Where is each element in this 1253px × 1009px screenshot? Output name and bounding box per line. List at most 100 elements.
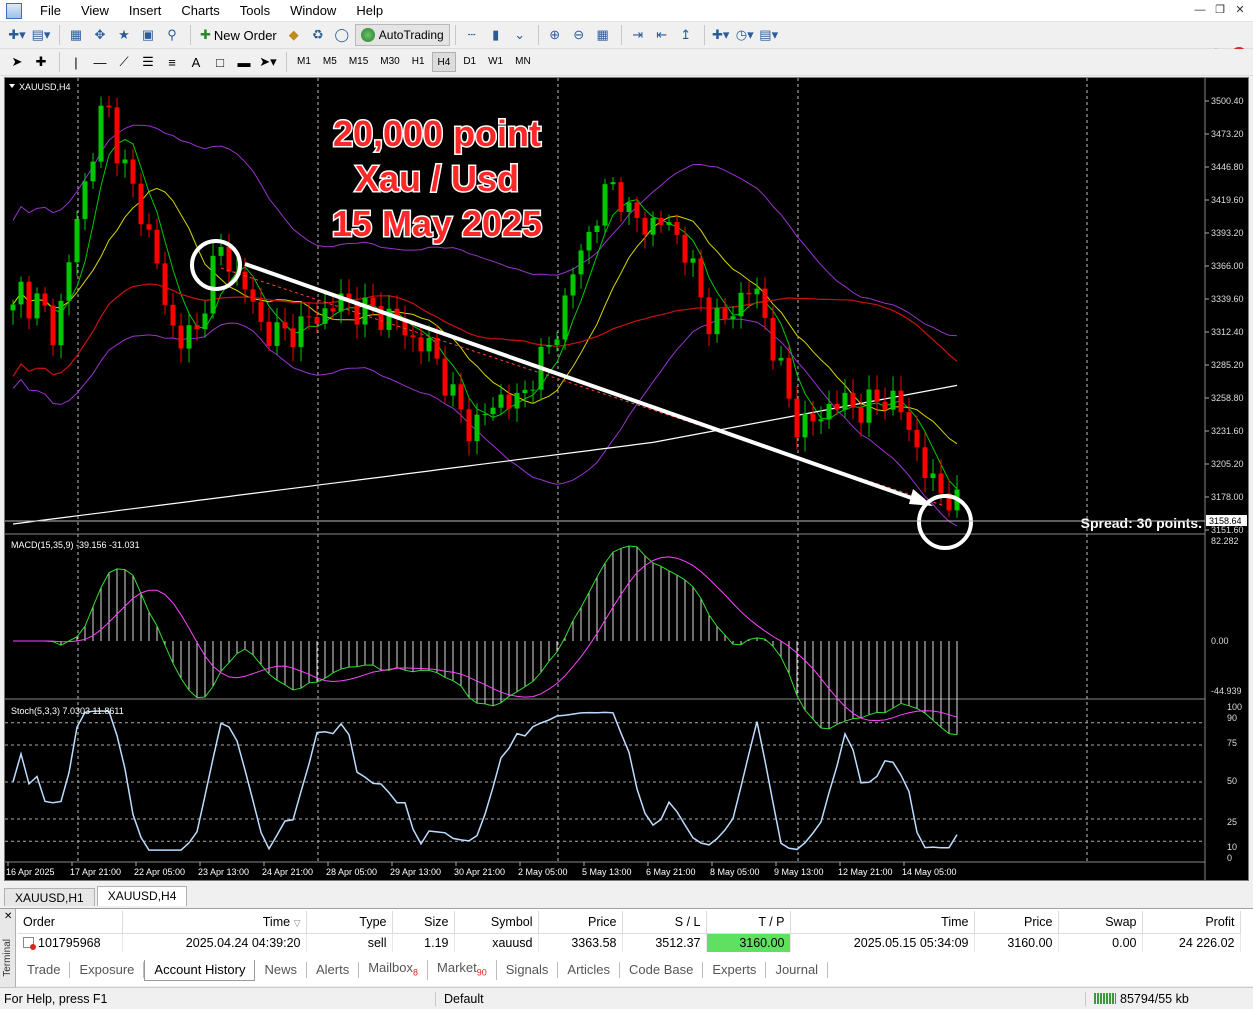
chart-window[interactable]: MACD(15,35,9) -39.156 -31.031 82.282 0.00 -…	[4, 77, 1249, 881]
menu-charts[interactable]: Charts	[171, 0, 229, 22]
terminal-tab-news[interactable]: News	[255, 962, 307, 978]
col-size[interactable]: Size	[392, 911, 455, 934]
rectangle-icon[interactable]: ▬	[233, 51, 255, 73]
menu-insert[interactable]: Insert	[119, 0, 172, 22]
candle-body	[82, 181, 88, 219]
terminal-tab-trade[interactable]: Trade	[18, 962, 71, 978]
price-tick-label: 3312.40	[1211, 327, 1244, 337]
crosshair-icon[interactable]: ✚	[30, 51, 52, 73]
trendline-icon[interactable]: ⟋	[113, 51, 135, 73]
autotrading-icon	[360, 28, 375, 42]
terminal-tab-articles[interactable]: Articles	[558, 962, 621, 978]
templates-list-icon[interactable]: ▤▾	[758, 24, 780, 46]
indicators-icon[interactable]: ↥	[675, 24, 697, 46]
chart-tab-h4[interactable]: XAUUSD,H4	[96, 886, 188, 906]
new-chart-icon[interactable]: ✚▾	[6, 24, 28, 46]
periods-icon[interactable]: ◷▾	[734, 24, 756, 46]
price-chart[interactable]: MACD(15,35,9) -39.156 -31.031 82.282 0.00 -…	[5, 78, 1248, 880]
col-profit[interactable]: Profit	[1142, 911, 1241, 934]
terminal-tab-market[interactable]: Market90	[428, 959, 497, 981]
candle-body	[458, 384, 464, 410]
col-swap[interactable]: Swap	[1058, 911, 1143, 934]
timeframe-d1[interactable]: D1	[458, 52, 481, 72]
vertical-line-icon[interactable]: |	[65, 51, 87, 73]
time-tick-label: 29 Apr 13:00	[390, 867, 441, 877]
terminal-tab-account-history[interactable]: Account History	[144, 959, 256, 981]
col-symbol[interactable]: Symbol	[454, 911, 539, 934]
zoom-out-icon[interactable]: ⊖	[568, 24, 590, 46]
col-close-time[interactable]: Time	[790, 911, 975, 934]
terminal-tab-exposure[interactable]: Exposure	[70, 962, 145, 978]
timeframe-m1[interactable]: M1	[292, 52, 316, 72]
col-price[interactable]: Price	[538, 911, 623, 934]
tile-windows-icon[interactable]: ▦	[592, 24, 614, 46]
autotrading-button[interactable]: AutoTrading	[354, 24, 450, 46]
close-terminal-icon[interactable]: ✕	[4, 911, 12, 922]
cursor-icon[interactable]: ➤	[6, 51, 28, 73]
timeframe-m30[interactable]: M30	[375, 52, 404, 72]
chart-tab-h1[interactable]: XAUUSD,H1	[4, 888, 95, 906]
navigator-icon[interactable]: ★	[113, 24, 135, 46]
close-icon[interactable]: ✕	[1231, 2, 1249, 19]
signals-icon[interactable]: ♻	[307, 24, 329, 46]
timeframe-w1[interactable]: W1	[483, 52, 508, 72]
menu-window[interactable]: Window	[280, 0, 346, 22]
bar-chart-icon[interactable]: ┄	[461, 24, 483, 46]
menu-file[interactable]: File	[30, 0, 71, 22]
terminal-tab-signals[interactable]: Signals	[497, 962, 559, 978]
timeframe-h4[interactable]: H4	[431, 52, 457, 72]
timeframe-h1[interactable]: H1	[407, 52, 430, 72]
new-order-icon: ✚	[200, 27, 211, 42]
col-open-time[interactable]: Time ▽	[122, 911, 307, 934]
candle-body	[530, 389, 536, 391]
strategy-tester-icon[interactable]: ⚲	[161, 24, 183, 46]
text-label-icon[interactable]: □	[209, 51, 231, 73]
restore-icon[interactable]: ❐	[1211, 2, 1229, 19]
candle-body	[98, 105, 104, 162]
candle-body	[778, 357, 784, 361]
terminal-tab-alerts[interactable]: Alerts	[307, 962, 360, 978]
horizontal-line-icon[interactable]: —	[89, 51, 111, 73]
candle-body	[754, 288, 760, 295]
chart-shift-icon[interactable]: ⇤	[651, 24, 673, 46]
app-icon	[6, 2, 22, 19]
col-order[interactable]: Order	[18, 911, 123, 934]
autoscroll-icon[interactable]: ⇥	[627, 24, 649, 46]
col-type[interactable]: Type	[306, 911, 393, 934]
zoom-in-icon[interactable]: ⊕	[544, 24, 566, 46]
terminal-tab-mailbox[interactable]: Mailbox8	[359, 959, 429, 981]
timeframe-m15[interactable]: M15	[344, 52, 373, 72]
new-order-button[interactable]: ✚ New Order	[196, 24, 281, 46]
col-close-price[interactable]: Price	[974, 911, 1059, 934]
timeframe-mn[interactable]: MN	[510, 52, 536, 72]
terminal-icon[interactable]: ▣	[137, 24, 159, 46]
menu-help[interactable]: Help	[346, 0, 393, 22]
arrows-icon[interactable]: ➤▾	[257, 51, 279, 73]
templates-icon[interactable]: ✚▾	[710, 24, 732, 46]
data-window-icon[interactable]: ✥	[89, 24, 111, 46]
col-sl[interactable]: S / L	[622, 911, 707, 934]
terminal-tab-journal[interactable]: Journal	[766, 962, 829, 978]
menu-tools[interactable]: Tools	[230, 0, 280, 22]
candlestick-icon[interactable]: ▮	[485, 24, 507, 46]
open-time-cell: 2025.04.24 04:39:20	[122, 933, 307, 952]
text-icon[interactable]: A	[185, 51, 207, 73]
metaeditor-icon[interactable]: ◆	[283, 24, 305, 46]
candle-body	[154, 229, 160, 264]
market-watch-icon[interactable]: ▦	[65, 24, 87, 46]
table-row[interactable]: 101795968 2025.04.24 04:39:20 sell 1.19 …	[18, 933, 1241, 952]
terminal-tab-experts[interactable]: Experts	[703, 962, 767, 978]
col-tp[interactable]: T / P	[706, 911, 791, 934]
minimize-icon[interactable]: —	[1191, 2, 1209, 19]
vps-icon[interactable]: ◯	[331, 24, 353, 46]
equidistant-channel-icon[interactable]: ☰	[137, 51, 159, 73]
stoch-tick-label: 25	[1227, 817, 1237, 827]
line-chart-icon[interactable]: ⌄	[509, 24, 531, 46]
terminal-tab-code-base[interactable]: Code Base	[620, 962, 704, 978]
menu-view[interactable]: View	[71, 0, 119, 22]
candle-body	[466, 409, 472, 442]
price-tick-label: 3446.80	[1211, 162, 1244, 172]
profiles-icon[interactable]: ▤▾	[30, 24, 52, 46]
timeframe-m5[interactable]: M5	[318, 52, 342, 72]
fibonacci-icon[interactable]: ≡	[161, 51, 183, 73]
